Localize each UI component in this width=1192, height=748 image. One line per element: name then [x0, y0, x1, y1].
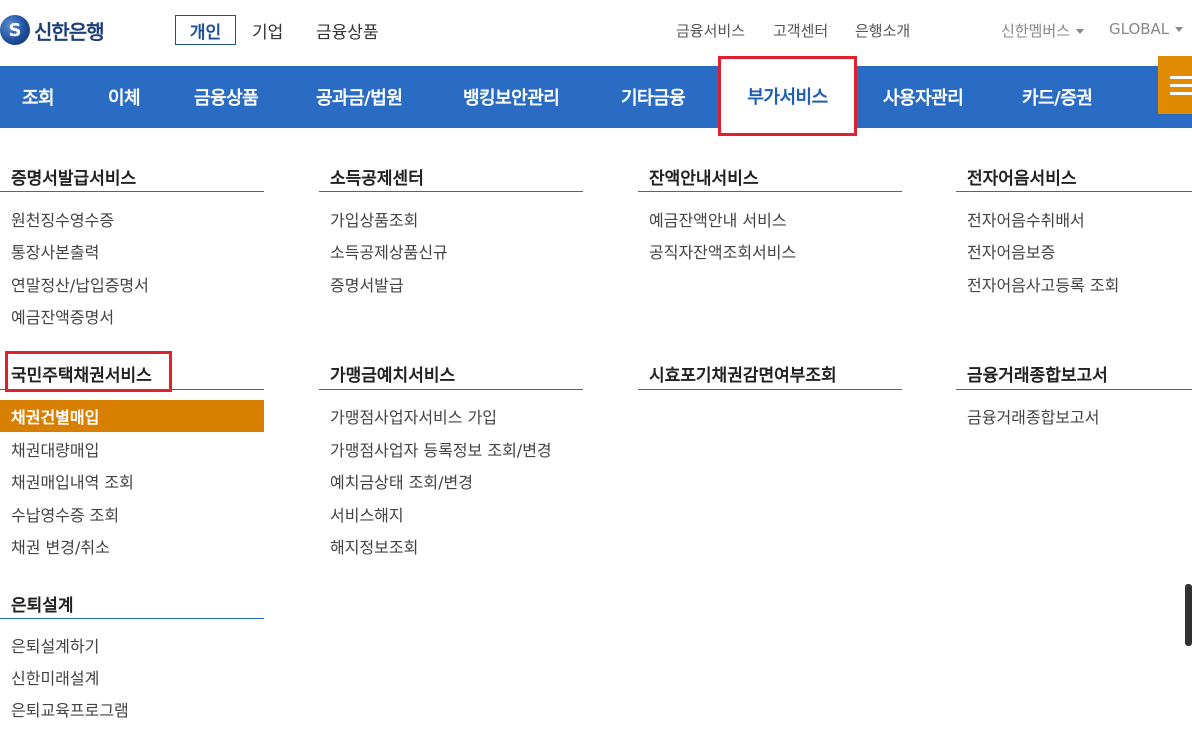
nav-card-securities[interactable]: 카드/증권 — [1022, 66, 1093, 128]
menu-link[interactable]: 가맹점사업자서비스 가입 — [330, 404, 497, 428]
shinhan-logo[interactable]: S 신한은행 — [0, 12, 105, 48]
menu-link[interactable]: 채권매입내역 조회 — [11, 469, 134, 493]
section-title-balance-notice: 잔액안내서비스 — [649, 169, 759, 189]
section-title-prescription-waiver[interactable]: 시효포기채권감면여부조회 — [649, 361, 837, 386]
members-dropdown[interactable]: 신한멤버스 — [1001, 20, 1085, 41]
section-divider — [0, 618, 264, 619]
shinhan-logo-icon: S — [0, 15, 30, 45]
section-title-e-bill: 전자어음서비스 — [967, 169, 1077, 189]
menu-link[interactable]: 전자어음사고등록 조회 — [967, 272, 1119, 296]
util-customer-center-link[interactable]: 고객센터 — [773, 20, 828, 41]
section-divider — [638, 191, 902, 192]
section-divider — [956, 389, 1192, 390]
nav-additional-services[interactable]: 부가서비스 — [718, 56, 857, 136]
global-dropdown[interactable]: GLOBAL — [1109, 20, 1184, 38]
section-title-merchant-deposit: 가맹금예치서비스 — [330, 366, 456, 386]
members-label: 신한멤버스 — [1001, 22, 1071, 40]
menu-link-active[interactable]: 채권건별매입 — [0, 400, 264, 432]
section-divider — [0, 389, 264, 390]
menu-link[interactable]: 금융거래종합보고서 — [967, 404, 1099, 428]
menu-link[interactable]: 해지정보조회 — [330, 534, 418, 558]
section-divider — [319, 389, 583, 390]
nav-utility-court[interactable]: 공과금/법원 — [316, 66, 403, 128]
chevron-down-icon — [1076, 29, 1085, 34]
section-divider — [319, 191, 583, 192]
nav-security[interactable]: 뱅킹보안관리 — [463, 66, 560, 128]
menu-link[interactable]: 수납영수증 조회 — [11, 502, 119, 526]
menu-link[interactable]: 신한미래설계 — [11, 665, 99, 689]
menu-link[interactable]: 예금잔액증명서 — [11, 304, 114, 328]
chevron-down-icon — [1175, 27, 1184, 32]
menu-link[interactable]: 은퇴설계하기 — [11, 633, 99, 657]
section-title-tax-deduction: 소득공제센터 — [330, 169, 424, 189]
menu-link[interactable]: 증명서발급 — [330, 272, 404, 296]
menu-link[interactable]: 예금잔액안내 서비스 — [649, 207, 787, 231]
menu-link[interactable]: 가맹점사업자 등록정보 조회/변경 — [330, 437, 552, 461]
top-bar: S 신한은행 개인 기업 금융상품 금융서비스 고객센터 은행소개 신한멤버스 … — [0, 0, 1192, 66]
nav-transfer[interactable]: 이체 — [108, 66, 141, 128]
util-bank-intro-link[interactable]: 은행소개 — [855, 20, 910, 41]
main-nav: 조회 이체 금융상품 공과금/법원 뱅킹보안관리 기타금융 부가서비스 사용자관… — [0, 56, 1192, 136]
menu-link[interactable]: 공직자잔액조회서비스 — [649, 239, 796, 263]
section-title-certificate: 증명서발급서비스 — [11, 169, 137, 189]
nav-other-finance[interactable]: 기타금융 — [621, 66, 686, 128]
highlight-box — [5, 351, 172, 392]
menu-link[interactable]: 전자어음수취배서 — [967, 207, 1085, 231]
menu-link[interactable]: 원천징수영수증 — [11, 207, 114, 231]
menu-link[interactable]: 소득공제상품신규 — [330, 239, 448, 263]
section-divider — [638, 389, 902, 390]
menu-link[interactable]: 예치금상태 조회/변경 — [330, 469, 473, 493]
section-title-financial-report: 금융거래종합보고서 — [967, 366, 1108, 386]
global-label: GLOBAL — [1109, 20, 1170, 38]
menu-link[interactable]: 가입상품조회 — [330, 207, 418, 231]
menu-link[interactable]: 연말정산/납입증명서 — [11, 272, 149, 296]
menu-link[interactable]: 서비스해지 — [330, 502, 404, 526]
tab-personal[interactable]: 개인 — [175, 15, 236, 45]
nav-inquiry[interactable]: 조회 — [22, 66, 55, 128]
util-fin-service-link[interactable]: 금융서비스 — [676, 20, 745, 41]
section-title-retirement: 은퇴설계 — [11, 596, 74, 616]
menu-link[interactable]: 은퇴교육프로그램 — [11, 697, 129, 721]
hamburger-menu-icon[interactable] — [1158, 56, 1192, 114]
logo-text: 신한은행 — [34, 19, 105, 44]
menu-link[interactable]: 채권대량매입 — [11, 437, 99, 461]
menu-link[interactable]: 전자어음보증 — [967, 239, 1055, 263]
menu-link[interactable]: 채권 변경/취소 — [11, 534, 110, 558]
section-divider — [956, 191, 1192, 192]
scrollbar-thumb[interactable] — [1185, 584, 1192, 646]
nav-user-management[interactable]: 사용자관리 — [883, 66, 964, 128]
tab-financial-products[interactable]: 금융상품 — [316, 15, 379, 45]
tab-corporate[interactable]: 기업 — [252, 15, 283, 45]
menu-link[interactable]: 통장사본출력 — [11, 239, 99, 263]
nav-products[interactable]: 금융상품 — [194, 66, 259, 128]
section-divider — [0, 191, 264, 192]
